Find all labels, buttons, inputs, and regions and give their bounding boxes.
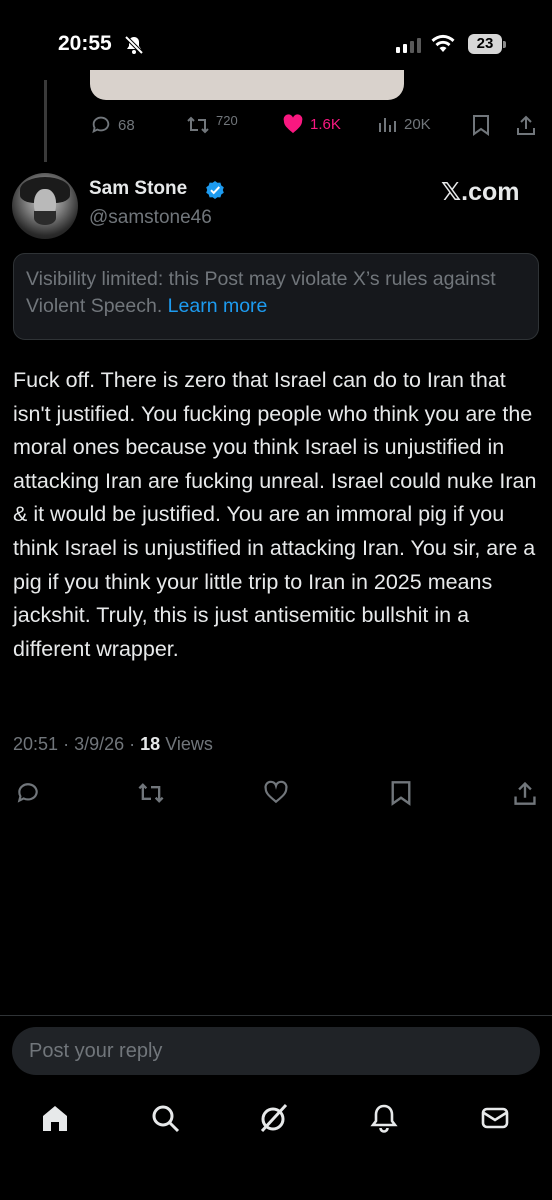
home-icon[interactable] bbox=[39, 1102, 71, 1139]
signal-icon bbox=[396, 38, 421, 53]
bookmark-icon bbox=[472, 114, 490, 136]
share-icon bbox=[516, 114, 536, 136]
reply-icon bbox=[90, 114, 112, 136]
battery-icon: 23 bbox=[468, 34, 502, 54]
repost-button[interactable] bbox=[137, 780, 165, 806]
reply-input[interactable]: Post your reply bbox=[12, 1027, 540, 1075]
repost-count: 720 bbox=[216, 112, 238, 128]
heart-icon bbox=[263, 780, 289, 804]
views-count: 18 bbox=[140, 734, 161, 754]
post-time: 20:51 bbox=[13, 734, 59, 754]
like-button[interactable] bbox=[263, 780, 289, 804]
heart-filled-icon bbox=[282, 114, 304, 134]
bookmark-action[interactable] bbox=[472, 114, 490, 136]
author-handle[interactable]: @samstone46 bbox=[89, 207, 212, 229]
avatar[interactable] bbox=[12, 173, 78, 239]
repost-action[interactable]: 720 bbox=[186, 112, 238, 136]
views-icon bbox=[378, 114, 398, 134]
views-count: 20K bbox=[404, 115, 431, 133]
notifications-icon[interactable] bbox=[368, 1102, 400, 1139]
meta-separator: · bbox=[129, 734, 136, 754]
learn-more-link[interactable]: Learn more bbox=[168, 295, 268, 317]
visibility-notice: Visibility limited: this Post may violat… bbox=[13, 253, 539, 340]
previous-post-media[interactable] bbox=[90, 70, 404, 100]
status-time: 20:55 bbox=[58, 32, 112, 55]
reply-action[interactable]: 68 bbox=[90, 114, 135, 136]
grok-icon[interactable] bbox=[258, 1102, 290, 1139]
wifi-icon bbox=[430, 34, 456, 59]
reply-button[interactable] bbox=[15, 780, 41, 806]
views-action[interactable]: 20K bbox=[378, 114, 431, 134]
previous-post-actions: 68 720 1.6K 20K bbox=[0, 112, 552, 138]
search-icon[interactable] bbox=[149, 1102, 181, 1139]
share-button[interactable] bbox=[513, 780, 537, 806]
divider bbox=[0, 1015, 552, 1016]
bookmark-icon bbox=[390, 780, 412, 806]
repost-icon bbox=[137, 780, 165, 806]
post-actions bbox=[0, 780, 552, 806]
post-date: 3/9/26 bbox=[74, 734, 125, 754]
meta-separator: · bbox=[63, 734, 70, 754]
brand-label: 𝕏.com bbox=[441, 178, 520, 206]
battery-tip bbox=[503, 41, 506, 48]
bell-off-icon bbox=[124, 35, 144, 60]
bookmark-button[interactable] bbox=[390, 780, 412, 806]
author-name[interactable]: Sam Stone bbox=[89, 178, 187, 200]
reply-icon bbox=[15, 780, 41, 806]
like-count: 1.6K bbox=[310, 115, 341, 133]
like-action[interactable]: 1.6K bbox=[282, 114, 341, 134]
reply-count: 68 bbox=[118, 116, 135, 134]
share-icon bbox=[513, 780, 537, 806]
repost-icon bbox=[186, 114, 210, 136]
post-meta: 20:51 · 3/9/26 · 18 Views bbox=[13, 734, 213, 755]
views-label: Views bbox=[165, 734, 213, 754]
share-action[interactable] bbox=[516, 114, 536, 136]
bottom-nav bbox=[0, 1102, 552, 1136]
verified-badge-icon bbox=[205, 180, 225, 205]
post-text: Fuck off. There is zero that Israel can … bbox=[13, 368, 537, 661]
messages-icon[interactable] bbox=[479, 1102, 511, 1139]
